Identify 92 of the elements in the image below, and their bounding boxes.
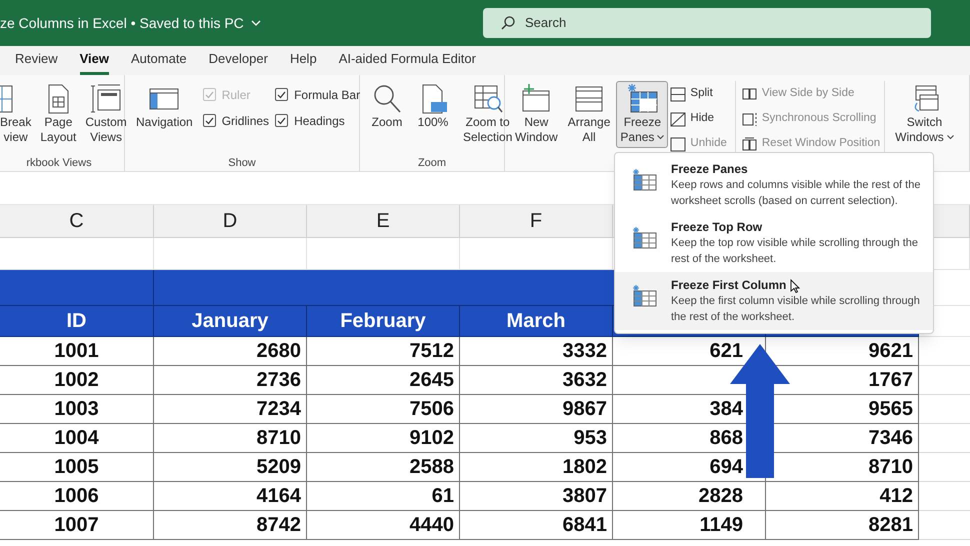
table-cell: 3332: [460, 337, 613, 366]
checkmark-icon: [277, 90, 286, 98]
table-cell: 1149: [613, 511, 766, 540]
checkmark-icon: [204, 116, 214, 124]
search-field[interactable]: Search: [483, 8, 931, 38]
menu-item[interactable]: Freeze Top Row Keep the top row visible while scrolling through the rest of the worksheet.: [615, 214, 933, 272]
header-cell: March: [460, 306, 613, 337]
reset-position-icon: [742, 136, 758, 152]
table-cell: 7234: [154, 395, 307, 424]
table-cell: 8281: [766, 511, 919, 540]
ribbon-button[interactable]: Navigation: [132, 81, 197, 133]
table-cell: 2736: [154, 366, 307, 395]
ribbon-button[interactable]: Zoom: [367, 81, 407, 133]
window-layout-icon: [90, 83, 122, 115]
checkbox[interactable]: Gridlines: [202, 110, 270, 131]
table-cell: 6841: [460, 511, 613, 540]
table-cell: 1003: [0, 395, 154, 424]
zoom-selection-icon: [472, 83, 504, 115]
split-icon: [670, 86, 686, 102]
table-cell: 1006: [0, 482, 154, 511]
ribbon-button[interactable]: Freeze Panes: [616, 81, 668, 148]
menu-item-description: Keep the top row visible while scrolling through the rest of the worksheet.: [671, 236, 920, 267]
blank-window-icon: [670, 136, 686, 152]
table-cell: 1005: [0, 453, 154, 482]
menu-item[interactable]: Freeze Panes Keep rows and columns visible while the rest of the worksheet scrolls (based on current selection).: [615, 156, 933, 214]
menu-item-description: Keep rows and columns visible while the rest of the worksheet scrolls (based on current selection).: [671, 178, 922, 209]
checkmark-icon: [277, 116, 286, 124]
mouse-pointer-icon: [790, 279, 800, 293]
table-cell: 2588: [307, 453, 460, 482]
table-cell: 4164: [154, 482, 307, 511]
group-label: Zoom: [416, 156, 448, 170]
search-icon: [501, 16, 515, 30]
ribbon-tab[interactable]: Review: [15, 48, 58, 75]
group-label: Show: [227, 156, 257, 170]
document-title: ze Columns in Excel • Saved to this PC: [0, 14, 244, 32]
chevron-down-icon: [250, 20, 261, 26]
table-cell: 3807: [460, 482, 613, 511]
ribbon-button[interactable]: Page Layout: [36, 81, 80, 148]
header-cell: ID: [0, 306, 154, 337]
ribbon-tab[interactable]: Developer: [208, 48, 268, 75]
table-cell: 8742: [154, 511, 307, 540]
ribbon-tab[interactable]: Automate: [131, 48, 187, 75]
column-header: E: [307, 205, 460, 238]
table-cell: 5209: [154, 453, 307, 482]
table-cell: 1001: [0, 337, 154, 366]
menu-item-description: Keep the first column visible while scrolling through the rest of the worksheet.: [671, 294, 921, 325]
table-cell: 1004: [0, 424, 154, 453]
table-cell: 4440: [307, 511, 460, 540]
ribbon-tab[interactable]: AI-aided Formula Editor: [338, 48, 476, 75]
side-by-side-icon: [742, 86, 758, 102]
checkbox[interactable]: Formula Bar: [275, 84, 360, 105]
table-cell: 9102: [307, 424, 460, 453]
table-cell: 412: [766, 482, 919, 511]
checkmark-icon: [204, 90, 214, 98]
group-label: rkbook Views: [25, 156, 93, 170]
freeze-panes-icon: [631, 285, 657, 307]
freeze-panes-icon: [631, 169, 657, 191]
table-cell: 2680: [154, 337, 307, 366]
menu-item-title: Freeze First Column: [671, 277, 786, 293]
table-cell: 2828: [613, 482, 766, 511]
ribbon-button[interactable]: Break view: [0, 81, 36, 148]
ribbon-button[interactable]: Arrange All: [564, 81, 614, 148]
menu-item-title: Freeze Panes: [671, 161, 748, 177]
hide-icon: [670, 112, 686, 126]
table-cell: 8710: [154, 424, 307, 453]
column-header: C: [0, 205, 154, 238]
table-cell: 61: [307, 482, 460, 511]
table-cell: 3632: [460, 366, 613, 395]
ribbon-button[interactable]: 100%: [413, 81, 453, 133]
table-cell: 1802: [460, 453, 613, 482]
sync-scroll-icon: [742, 112, 758, 126]
table-cell: 1002: [0, 366, 154, 395]
ribbon-button[interactable]: Custom Views: [81, 81, 131, 148]
freeze-panes-icon: [626, 83, 658, 115]
table-cell: 2645: [307, 366, 460, 395]
table-cell: 7506: [307, 395, 460, 424]
table-cell: 953: [460, 424, 613, 453]
header-cell: January: [154, 306, 307, 337]
freeze-panes-icon: [631, 227, 657, 249]
checkbox[interactable]: Headings: [275, 110, 360, 131]
table-cell: 9867: [460, 395, 613, 424]
table-cell: 1007: [0, 511, 154, 540]
ribbon-button[interactable]: Hide: [670, 109, 727, 129]
header-cell: February: [307, 306, 460, 337]
column-header: D: [154, 205, 307, 238]
table-cell: 7512: [307, 337, 460, 366]
ribbon-button[interactable]: Split: [670, 84, 727, 104]
menu-item-title: Freeze Top Row: [671, 219, 762, 235]
ribbon-tab[interactable]: Help: [290, 48, 317, 75]
ribbon-button[interactable]: Switch Windows: [891, 81, 958, 148]
column-header: F: [460, 205, 613, 238]
menu-item[interactable]: Freeze First Column Keep the first column visible while scrolling through the rest of the worksheet.: [615, 272, 933, 330]
